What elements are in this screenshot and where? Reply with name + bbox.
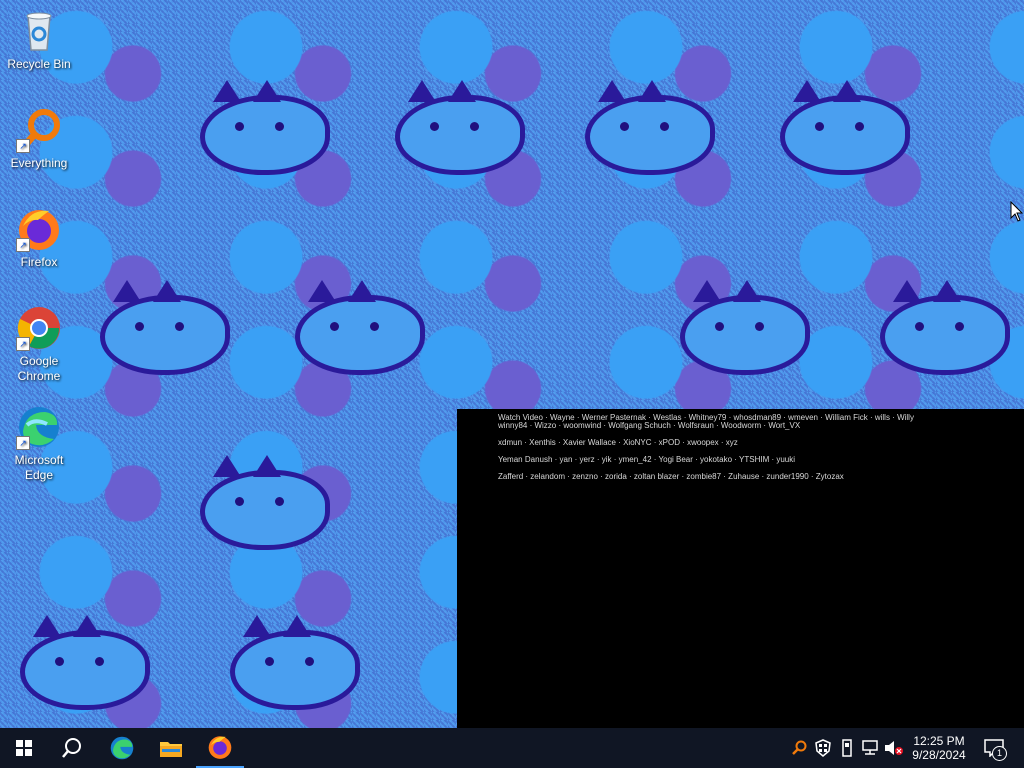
microsoft-edge-label: Microsoft Edge <box>14 453 64 482</box>
credits-line: xdmun · Xenthis · Xavier Wallace · XioNY… <box>498 438 738 447</box>
edge-icon <box>110 736 134 760</box>
mouse-cursor-icon <box>1010 200 1024 223</box>
recycle-bin-label: Recycle Bin <box>7 57 71 71</box>
taskbar-edge-button[interactable] <box>98 728 146 768</box>
shortcut-arrow-icon: ↗ <box>16 337 30 351</box>
firefox-icon <box>208 736 232 759</box>
firefox-icon: ↗ <box>16 206 62 252</box>
everything-label: Everything <box>10 156 68 170</box>
wallpaper-cat <box>295 280 425 375</box>
tray-network-button[interactable] <box>859 728 881 768</box>
tray-usb-device-button[interactable] <box>836 728 858 768</box>
everything-desktop-icon[interactable]: ↗ Everything <box>4 107 74 171</box>
credits-line: winny84 · Wizzo · woomwind · Wolfgang Sc… <box>498 421 801 430</box>
notification-count-badge: 1 <box>992 746 1007 761</box>
wallpaper-cat <box>585 80 715 175</box>
wallpaper-cat <box>100 280 230 375</box>
usb-device-icon <box>842 739 852 757</box>
credits-line: Zafferd · zelandom · zenzno · zorida · z… <box>498 472 844 481</box>
chrome-icon: ↗ <box>16 305 62 351</box>
desktop-background[interactable]: Recycle Bin ↗ Everything ↗ Firefox ↗ Goo… <box>0 0 1024 728</box>
clock-time: 12:25 PM <box>913 734 965 748</box>
wallpaper-cat <box>200 80 330 175</box>
google-chrome-label: Google Chrome <box>17 354 61 383</box>
wallpaper-cat <box>230 615 360 710</box>
notification-center-button[interactable]: 1 <box>980 728 1008 768</box>
clock-date: 9/28/2024 <box>912 748 966 762</box>
credits-line: Yeman Danush · yan · yerz · yik · ymen_4… <box>498 455 796 464</box>
shortcut-arrow-icon: ↗ <box>16 436 30 450</box>
recycle-bin-desktop-icon[interactable]: Recycle Bin <box>4 8 74 72</box>
wallpaper-cat <box>20 615 150 710</box>
google-chrome-desktop-icon[interactable]: ↗ Google Chrome <box>4 305 74 384</box>
everything-search-icon <box>792 740 807 755</box>
search-button[interactable] <box>48 728 96 768</box>
shortcut-arrow-icon: ↗ <box>16 139 30 153</box>
shortcut-arrow-icon: ↗ <box>16 238 30 252</box>
tray-everything-button[interactable] <box>788 728 810 768</box>
microsoft-edge-desktop-icon[interactable]: ↗ Microsoft Edge <box>4 404 74 483</box>
wallpaper-cat <box>200 455 330 550</box>
network-icon <box>862 740 878 755</box>
windows-logo-icon <box>16 740 32 756</box>
wallpaper-cat <box>680 280 810 375</box>
firefox-label: Firefox <box>20 255 58 269</box>
tray-volume-button[interactable] <box>883 728 905 768</box>
recycle-bin-icon <box>16 8 62 54</box>
taskbar-firefox-button[interactable] <box>196 728 244 768</box>
everything-search-icon: ↗ <box>16 107 62 153</box>
start-button[interactable] <box>0 728 48 768</box>
tray-security-button[interactable] <box>812 728 834 768</box>
windows-security-shield-icon <box>815 739 831 757</box>
wallpaper-cat <box>880 280 1010 375</box>
credits-window: Watch Video · Wayne · Werner Pasternak ·… <box>457 409 1024 728</box>
search-icon <box>62 738 81 758</box>
taskbar-clock[interactable]: 12:25 PM 9/28/2024 <box>905 728 973 768</box>
edge-icon: ↗ <box>16 404 62 450</box>
taskbar: 12:25 PM 9/28/2024 1 <box>0 728 1024 768</box>
taskbar-file-explorer-button[interactable] <box>147 728 195 768</box>
folder-icon <box>160 742 182 757</box>
wallpaper-cat <box>395 80 525 175</box>
volume-muted-icon <box>885 741 903 755</box>
firefox-desktop-icon[interactable]: ↗ Firefox <box>4 206 74 270</box>
wallpaper-cat <box>780 80 910 175</box>
